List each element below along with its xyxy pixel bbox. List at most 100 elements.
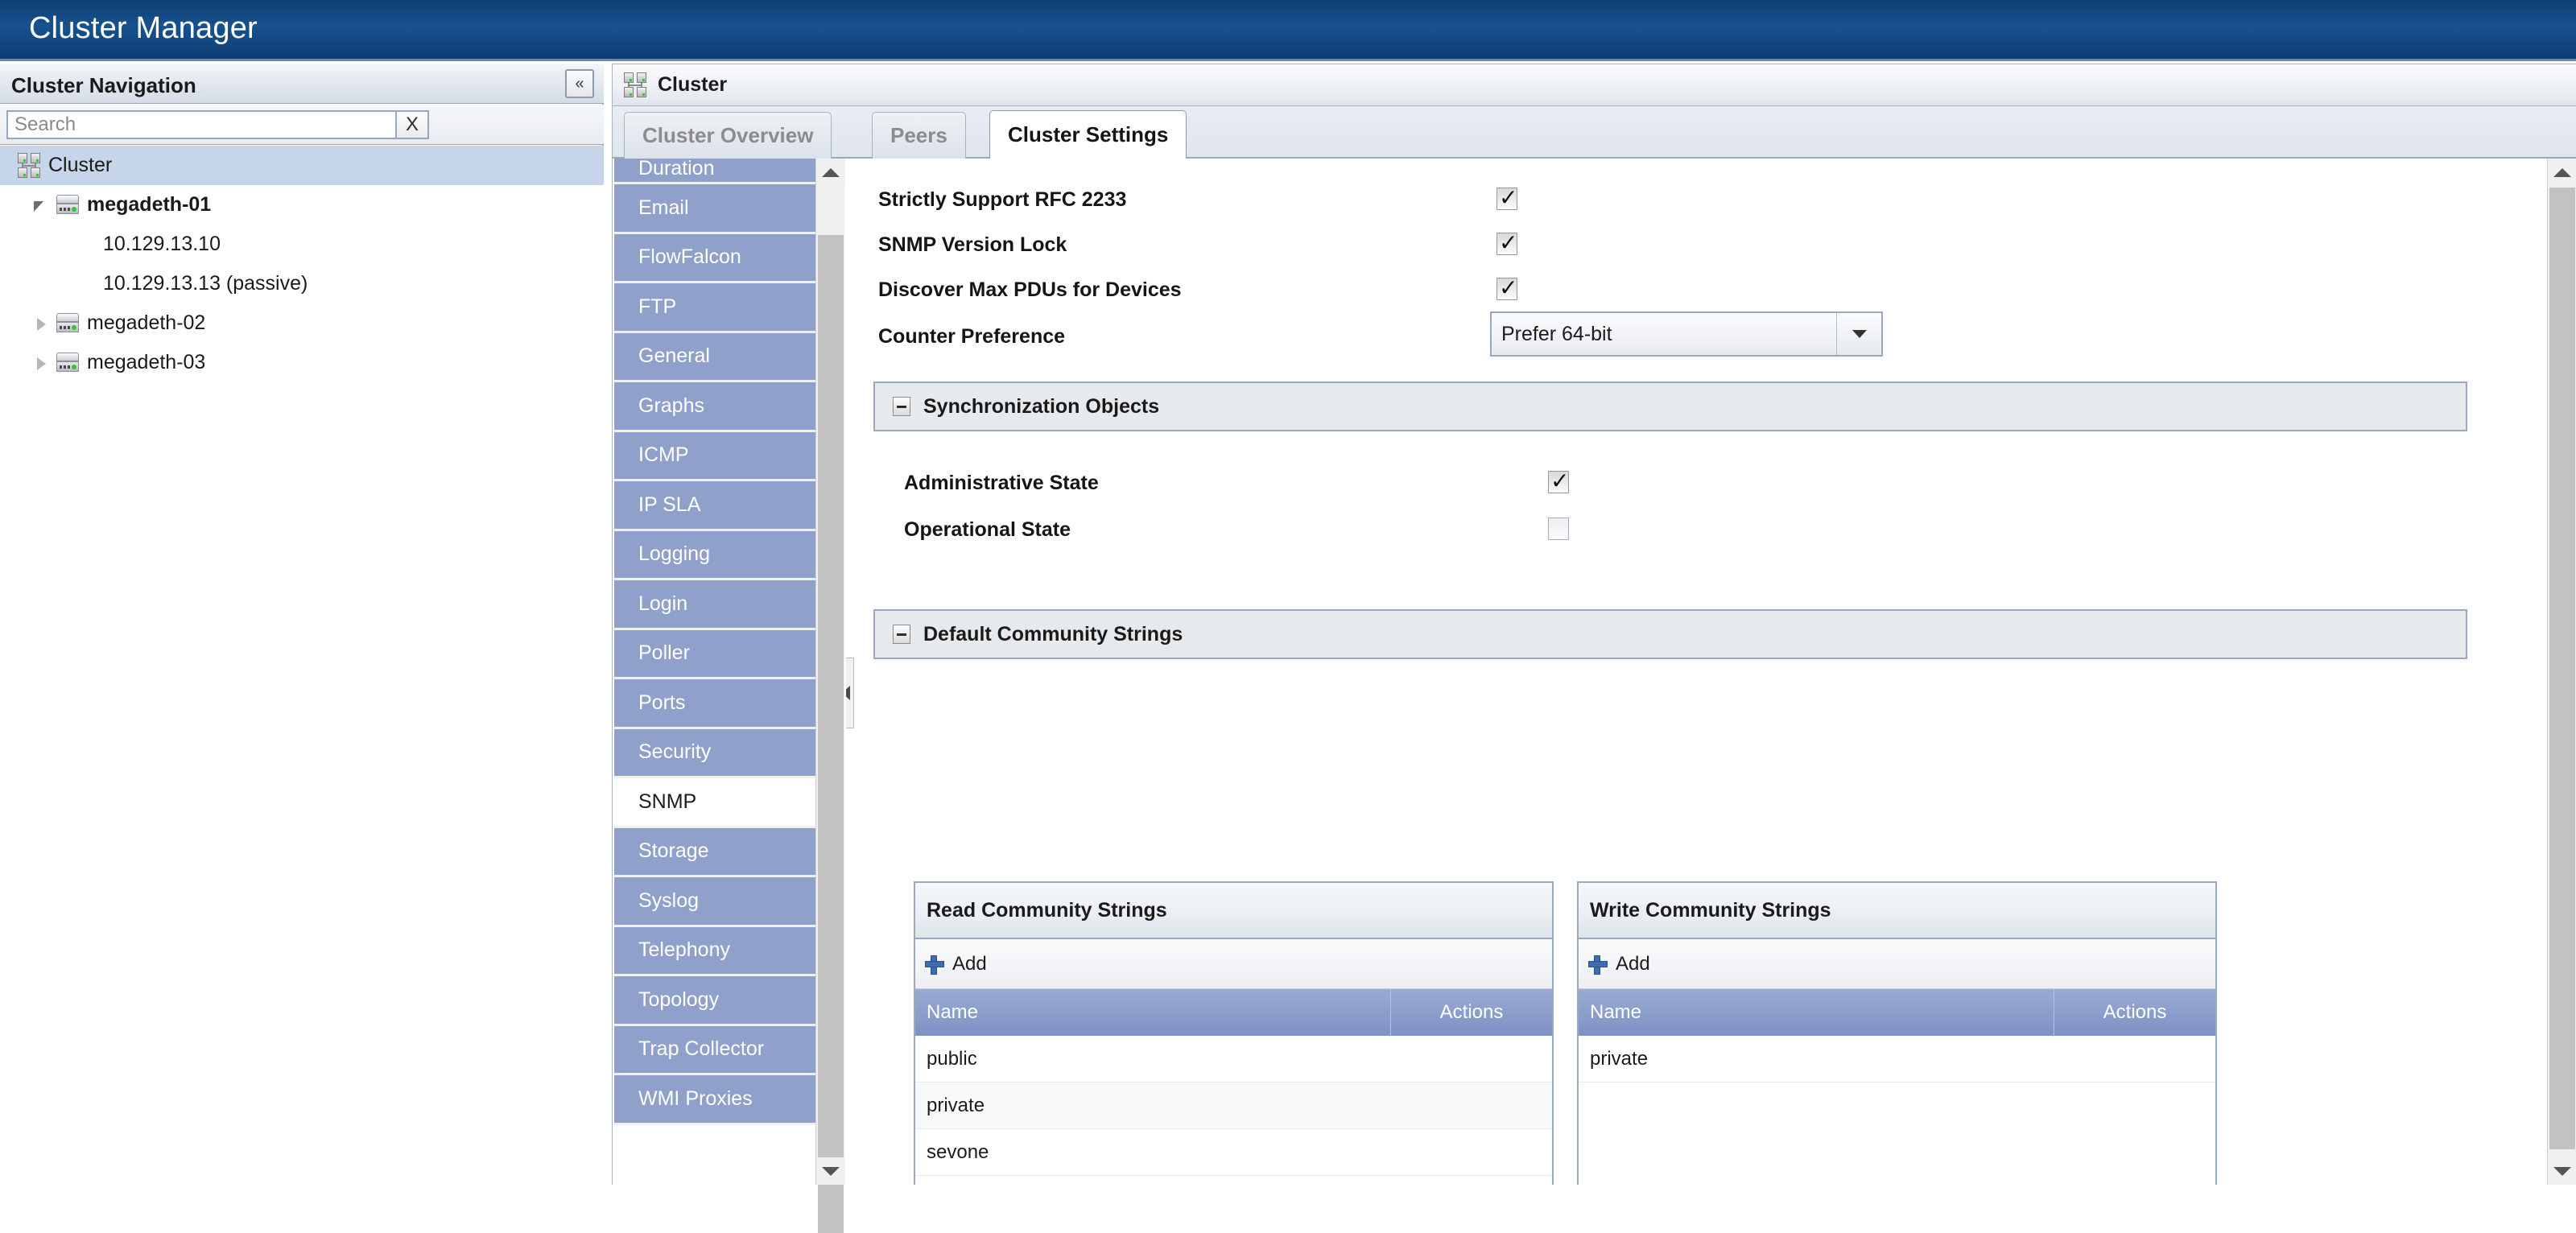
search-row: X	[0, 105, 604, 145]
search-input[interactable]	[6, 110, 397, 139]
submenu-item-snmp[interactable]: SNMP	[614, 778, 815, 828]
checkbox-snmp-version-lock[interactable]	[1496, 233, 1517, 255]
field-label: SNMP Version Lock	[878, 233, 1067, 257]
tree-item-cluster[interactable]: Cluster	[0, 146, 604, 185]
cluster-navigation-panel: Cluster Navigation « X Cluster megadeth-…	[0, 64, 604, 1185]
write-community-add-button[interactable]: Add	[1579, 939, 2215, 989]
tree-item-megadeth-01[interactable]: megadeth-01	[0, 185, 604, 225]
checkbox-administrative-state[interactable]	[1548, 471, 1569, 493]
app-title: Cluster Manager	[29, 11, 258, 46]
submenu-item-graphs[interactable]: Graphs	[614, 382, 815, 432]
submenu-item-security[interactable]: Security	[614, 729, 815, 779]
navigation-title: Cluster Navigation	[11, 73, 196, 98]
collapse-minus-icon[interactable]	[893, 397, 910, 416]
write-community-strings-panel: Write Community Strings Add Name Actions…	[1577, 881, 2217, 1185]
tab-cluster-settings[interactable]: Cluster Settings	[989, 110, 1187, 159]
field-operational-state: Operational State	[904, 514, 1071, 545]
submenu-item-trap-collector[interactable]: Trap Collector	[614, 1026, 815, 1076]
tree-item-label: Cluster	[48, 154, 112, 177]
server-icon	[55, 351, 80, 375]
tab-cluster-overview[interactable]: Cluster Overview	[624, 112, 832, 159]
submenu-item-telephony[interactable]: Telephony	[614, 927, 815, 977]
table-row[interactable]: private	[915, 1082, 1552, 1129]
submenu-scrollbar[interactable]	[815, 159, 844, 1185]
cluster-icon	[18, 153, 42, 179]
read-community-table-header: Name Actions	[915, 989, 1552, 1036]
tree-item-label: megadeth-01	[87, 193, 211, 216]
submenu-item-duration[interactable]: Duration	[614, 159, 815, 184]
search-clear-button[interactable]: X	[397, 110, 429, 139]
field-snmp-version-lock: SNMP Version Lock	[878, 229, 1067, 260]
add-label: Add	[952, 953, 987, 975]
section-default-community-strings: Default Community Strings	[873, 609, 2467, 659]
content-header: Cluster	[612, 64, 2576, 106]
double-chevron-left-icon[interactable]: «	[565, 69, 594, 98]
submenu-item-topology[interactable]: Topology	[614, 976, 815, 1026]
page-title: Cluster	[658, 73, 727, 97]
tree-item-megadeth-03[interactable]: megadeth-03	[0, 343, 604, 382]
panel-title: Read Community Strings	[927, 899, 1167, 922]
snmp-settings-form: Strictly Support RFC 2233 SNMP Version L…	[846, 159, 2547, 1185]
caret-up-icon[interactable]	[816, 159, 845, 186]
collapse-minus-icon[interactable]	[893, 625, 910, 644]
submenu-item-ftp[interactable]: FTP	[614, 283, 815, 333]
twisty-open-icon[interactable]	[32, 196, 50, 214]
content-scrollbar-thumb[interactable]	[2549, 188, 2575, 1149]
checkbox-discover-max-pdus[interactable]	[1496, 278, 1517, 300]
tree-item-label: 10.129.13.13 (passive)	[103, 272, 308, 295]
column-header-actions[interactable]: Actions	[2054, 989, 2215, 1036]
field-label: Counter Preference	[878, 325, 1065, 348]
column-header-actions[interactable]: Actions	[1391, 989, 1552, 1036]
table-row[interactable]: private	[1579, 1036, 2215, 1082]
tab-bar: Cluster Overview Peers Cluster Settings	[612, 106, 2576, 159]
section-title: Default Community Strings	[923, 623, 1183, 646]
submenu-item-icmp[interactable]: ICMP	[614, 432, 815, 482]
app-title-bar: Cluster Manager	[0, 0, 2576, 61]
counter-preference-select[interactable]: Prefer 64-bit	[1490, 311, 1883, 357]
tree-item-megadeth-02[interactable]: megadeth-02	[0, 303, 604, 343]
submenu-item-poller[interactable]: Poller	[614, 630, 815, 680]
submenu-item-flowfalcon[interactable]: FlowFalcon	[614, 234, 815, 284]
checkbox-strictly-support-rfc-2233[interactable]	[1496, 188, 1517, 210]
tree-item-label: megadeth-03	[87, 351, 205, 374]
field-strictly-support-rfc-2233: Strictly Support RFC 2233	[878, 184, 1126, 215]
column-header-name[interactable]: Name	[1579, 989, 2054, 1036]
submenu-item-general[interactable]: General	[614, 333, 815, 383]
checkbox-operational-state[interactable]	[1548, 518, 1569, 540]
field-discover-max-pdus: Discover Max PDUs for Devices	[878, 274, 1182, 305]
field-label: Operational State	[904, 518, 1071, 542]
submenu-item-ip-sla[interactable]: IP SLA	[614, 481, 815, 531]
submenu-item-email[interactable]: Email	[614, 184, 815, 234]
submenu-item-logging[interactable]: Logging	[614, 531, 815, 581]
field-label: Administrative State	[904, 472, 1099, 495]
submenu-item-login[interactable]: Login	[614, 580, 815, 630]
tree-item-ip-10-129-13-10[interactable]: 10.129.13.10	[0, 225, 604, 264]
content-scrollbar[interactable]	[2547, 159, 2576, 1185]
tab-peers[interactable]: Peers	[872, 112, 966, 159]
table-row[interactable]: sevone	[915, 1129, 1552, 1176]
tree-item-label: 10.129.13.10	[103, 233, 221, 256]
submenu-scrollbar-thumb[interactable]	[818, 235, 844, 1233]
caret-down-icon[interactable]	[2548, 1157, 2576, 1185]
cluster-icon	[624, 72, 648, 98]
twisty-closed-icon[interactable]	[32, 354, 50, 372]
column-header-name[interactable]: Name	[915, 989, 1391, 1036]
write-community-strings-header: Write Community Strings	[1579, 883, 2215, 939]
write-community-table-header: Name Actions	[1579, 989, 2215, 1036]
twisty-closed-icon[interactable]	[32, 315, 50, 332]
pane-collapse-handle[interactable]	[846, 658, 854, 728]
navigation-header: Cluster Navigation «	[0, 64, 604, 104]
tree-item-ip-10-129-13-13[interactable]: 10.129.13.13 (passive)	[0, 264, 604, 303]
submenu-item-syslog[interactable]: Syslog	[614, 877, 815, 927]
caret-up-icon[interactable]	[2548, 159, 2576, 186]
submenu-item-storage[interactable]: Storage	[614, 828, 815, 878]
submenu-item-wmi-proxies[interactable]: WMI Proxies	[614, 1075, 815, 1125]
settings-body: Duration Email FlowFalcon FTP General Gr…	[612, 159, 2576, 1185]
table-row[interactable]: public	[915, 1036, 1552, 1082]
settings-submenu: Duration Email FlowFalcon FTP General Gr…	[614, 159, 815, 1185]
caret-down-icon[interactable]	[816, 1157, 845, 1185]
chevron-down-icon[interactable]	[1836, 313, 1881, 355]
submenu-item-ports[interactable]: Ports	[614, 679, 815, 729]
read-community-add-button[interactable]: Add	[915, 939, 1552, 989]
read-community-strings-panel: Read Community Strings Add Name Actions …	[914, 881, 1554, 1185]
